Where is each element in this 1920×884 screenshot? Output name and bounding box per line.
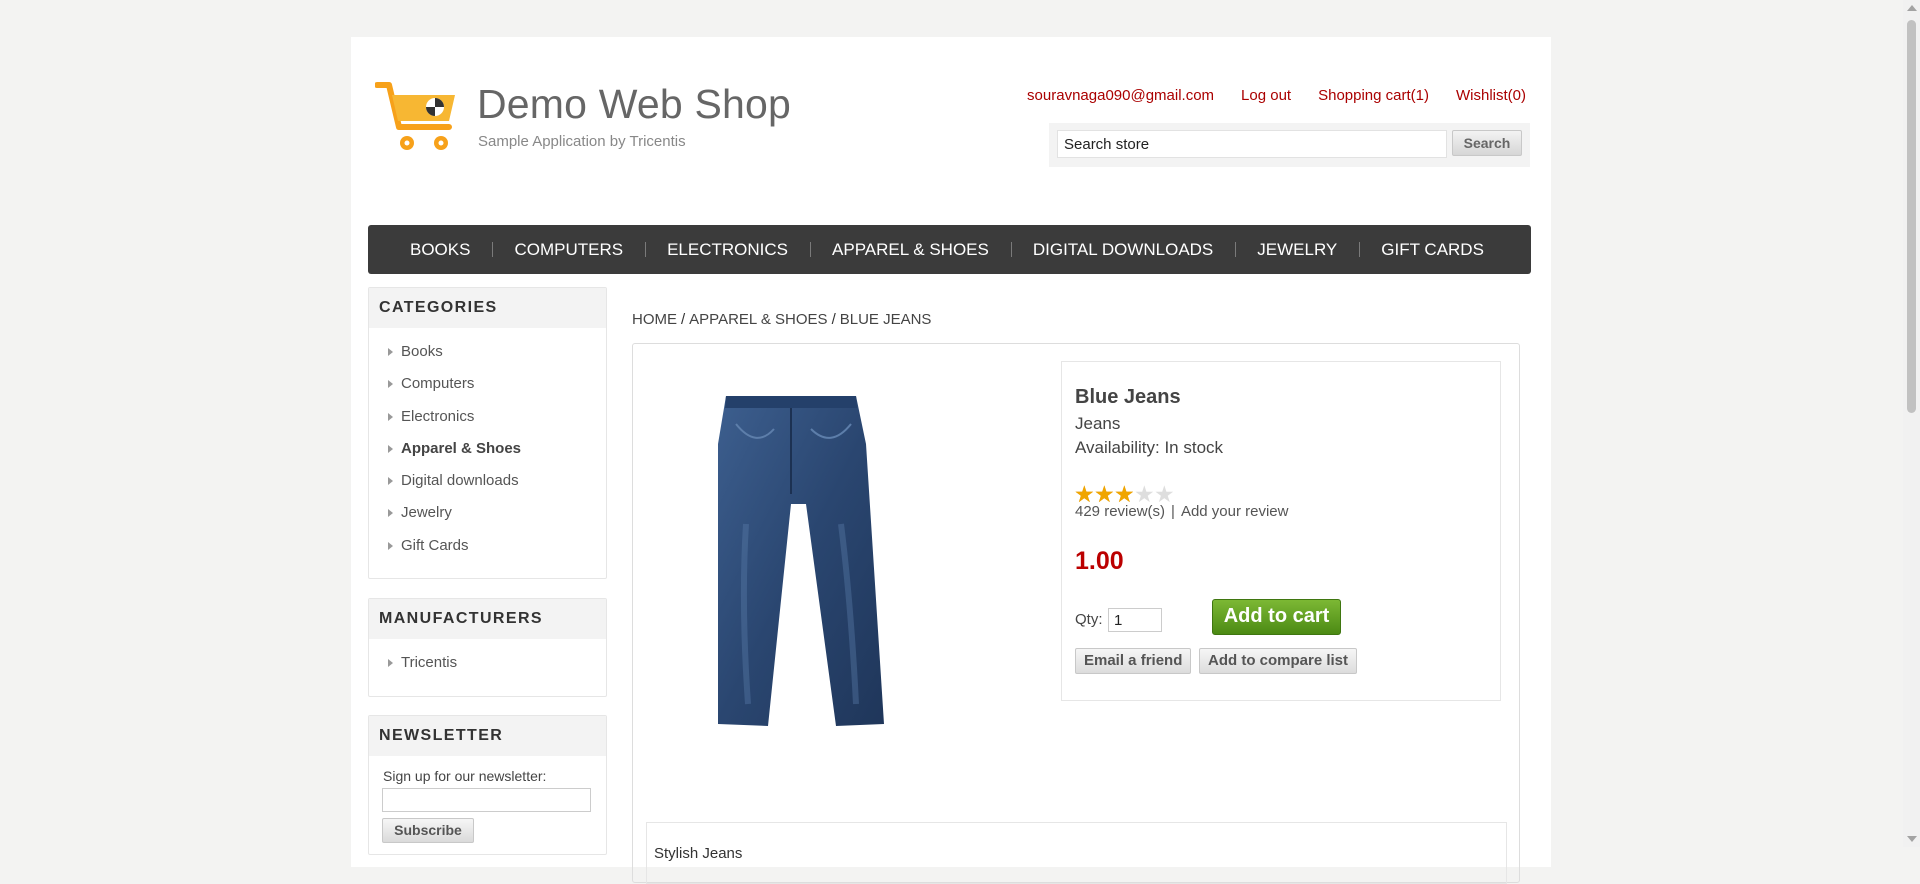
- star-filled-icon: ★: [1114, 481, 1135, 507]
- add-review-link[interactable]: Add your review: [1181, 503, 1289, 520]
- product-price: 1.00: [1075, 547, 1124, 575]
- star-empty-icon: ★: [1134, 481, 1155, 507]
- menu-item-jewelry[interactable]: JEWELRY: [1235, 225, 1359, 274]
- menu-item-electronics[interactable]: ELECTRONICS: [645, 225, 810, 274]
- product-image-jeans[interactable]: [656, 384, 916, 734]
- product-reviews: 429 review(s) | Add your review: [1075, 503, 1289, 520]
- category-item-electronics[interactable]: Electronics: [369, 401, 606, 433]
- category-item-jewelry[interactable]: Jewelry: [369, 497, 606, 529]
- categories-block: CATEGORIES Books Computers Electronics A…: [368, 287, 607, 579]
- star-empty-icon: ★: [1154, 481, 1175, 507]
- product-overview: Blue Jeans Jeans Availability: In stock …: [1061, 361, 1501, 701]
- quantity-input[interactable]: [1108, 608, 1162, 632]
- scrollbar-thumb[interactable]: [1907, 20, 1916, 413]
- manufacturers-title: MANUFACTURERS: [369, 599, 606, 639]
- breadcrumb-separator: /: [831, 311, 836, 328]
- categories-title: CATEGORIES: [369, 288, 606, 328]
- menu-item-apparel-shoes[interactable]: APPAREL & SHOES: [810, 225, 1011, 274]
- product-name: Blue Jeans: [1075, 386, 1181, 408]
- newsletter-title: NEWSLETTER: [369, 716, 606, 756]
- wishlist-link[interactable]: Wishlist(0): [1456, 87, 1526, 104]
- logo-title: Demo Web Shop: [477, 81, 792, 127]
- product-rating: ★ ★ ★ ★ ★: [1074, 481, 1175, 507]
- category-item-computers[interactable]: Computers: [369, 368, 606, 400]
- newsletter-label: Sign up for our newsletter:: [383, 768, 547, 784]
- product-full-description: Stylish Jeans: [646, 822, 1507, 884]
- manufacturers-block: MANUFACTURERS Tricentis: [368, 598, 607, 697]
- product-details: Blue Jeans Jeans Availability: In stock …: [632, 343, 1520, 884]
- site-logo[interactable]: Demo Web Shop Sample Application by Tric…: [375, 81, 795, 155]
- product-availability: Availability: In stock: [1075, 438, 1224, 457]
- account-link[interactable]: souravnaga090@gmail.com: [1027, 87, 1214, 104]
- category-item-apparel-shoes[interactable]: Apparel & Shoes: [369, 433, 606, 465]
- qty-label: Qty:: [1075, 611, 1103, 628]
- category-item-digital-downloads[interactable]: Digital downloads: [369, 465, 606, 497]
- star-filled-icon: ★: [1094, 481, 1115, 507]
- manufacturers-list: Tricentis: [369, 639, 606, 685]
- breadcrumb: HOME / APPAREL & SHOES / BLUE JEANS: [632, 311, 931, 328]
- add-to-compare-button[interactable]: Add to compare list: [1199, 648, 1358, 674]
- manufacturer-item-tricentis[interactable]: Tricentis: [369, 647, 606, 679]
- categories-list: Books Computers Electronics Apparel & Sh…: [369, 328, 606, 568]
- menu-item-gift-cards[interactable]: GIFT CARDS: [1359, 225, 1506, 274]
- menu-item-digital-downloads[interactable]: DIGITAL DOWNLOADS: [1010, 225, 1235, 274]
- category-item-gift-cards[interactable]: Gift Cards: [369, 530, 606, 562]
- product-short-description: Jeans: [1075, 414, 1121, 433]
- header-links: souravnaga090@gmail.com Log out Shopping…: [1027, 87, 1526, 104]
- scroll-up-arrow-icon[interactable]: [1907, 5, 1917, 11]
- search-box: Search: [1049, 123, 1530, 167]
- menu-item-books[interactable]: BOOKS: [388, 225, 492, 274]
- page-container: Demo Web Shop Sample Application by Tric…: [351, 37, 1551, 884]
- logout-link[interactable]: Log out: [1241, 87, 1291, 104]
- breadcrumb-home[interactable]: HOME: [632, 311, 677, 328]
- category-item-books[interactable]: Books: [369, 336, 606, 368]
- logo-subtitle: Sample Application by Tricentis: [478, 133, 686, 150]
- reviews-count-link[interactable]: 429 review(s): [1075, 503, 1165, 520]
- scroll-down-arrow-icon[interactable]: [1907, 836, 1917, 842]
- email-friend-button[interactable]: Email a friend: [1075, 648, 1192, 674]
- breadcrumb-current: BLUE JEANS: [839, 311, 932, 328]
- newsletter-email-input[interactable]: [382, 788, 591, 812]
- shopping-cart-link[interactable]: Shopping cart(1): [1318, 87, 1429, 104]
- breadcrumb-category[interactable]: APPAREL & SHOES: [689, 311, 827, 328]
- star-filled-icon: ★: [1074, 481, 1095, 507]
- search-button[interactable]: Search: [1452, 130, 1522, 156]
- newsletter-block: NEWSLETTER Sign up for our newsletter: S…: [368, 715, 607, 855]
- reviews-separator: |: [1171, 503, 1175, 520]
- add-to-cart-button[interactable]: Add to cart: [1212, 599, 1341, 635]
- top-menu: BOOKS COMPUTERS ELECTRONICS APPAREL & SH…: [368, 225, 1531, 274]
- subscribe-button[interactable]: Subscribe: [382, 818, 474, 843]
- search-input[interactable]: [1057, 130, 1447, 158]
- shopping-cart-logo-icon: [375, 82, 455, 150]
- menu-item-computers[interactable]: COMPUTERS: [492, 225, 645, 274]
- page-scrollbar[interactable]: [1903, 0, 1920, 847]
- breadcrumb-separator: /: [681, 311, 686, 328]
